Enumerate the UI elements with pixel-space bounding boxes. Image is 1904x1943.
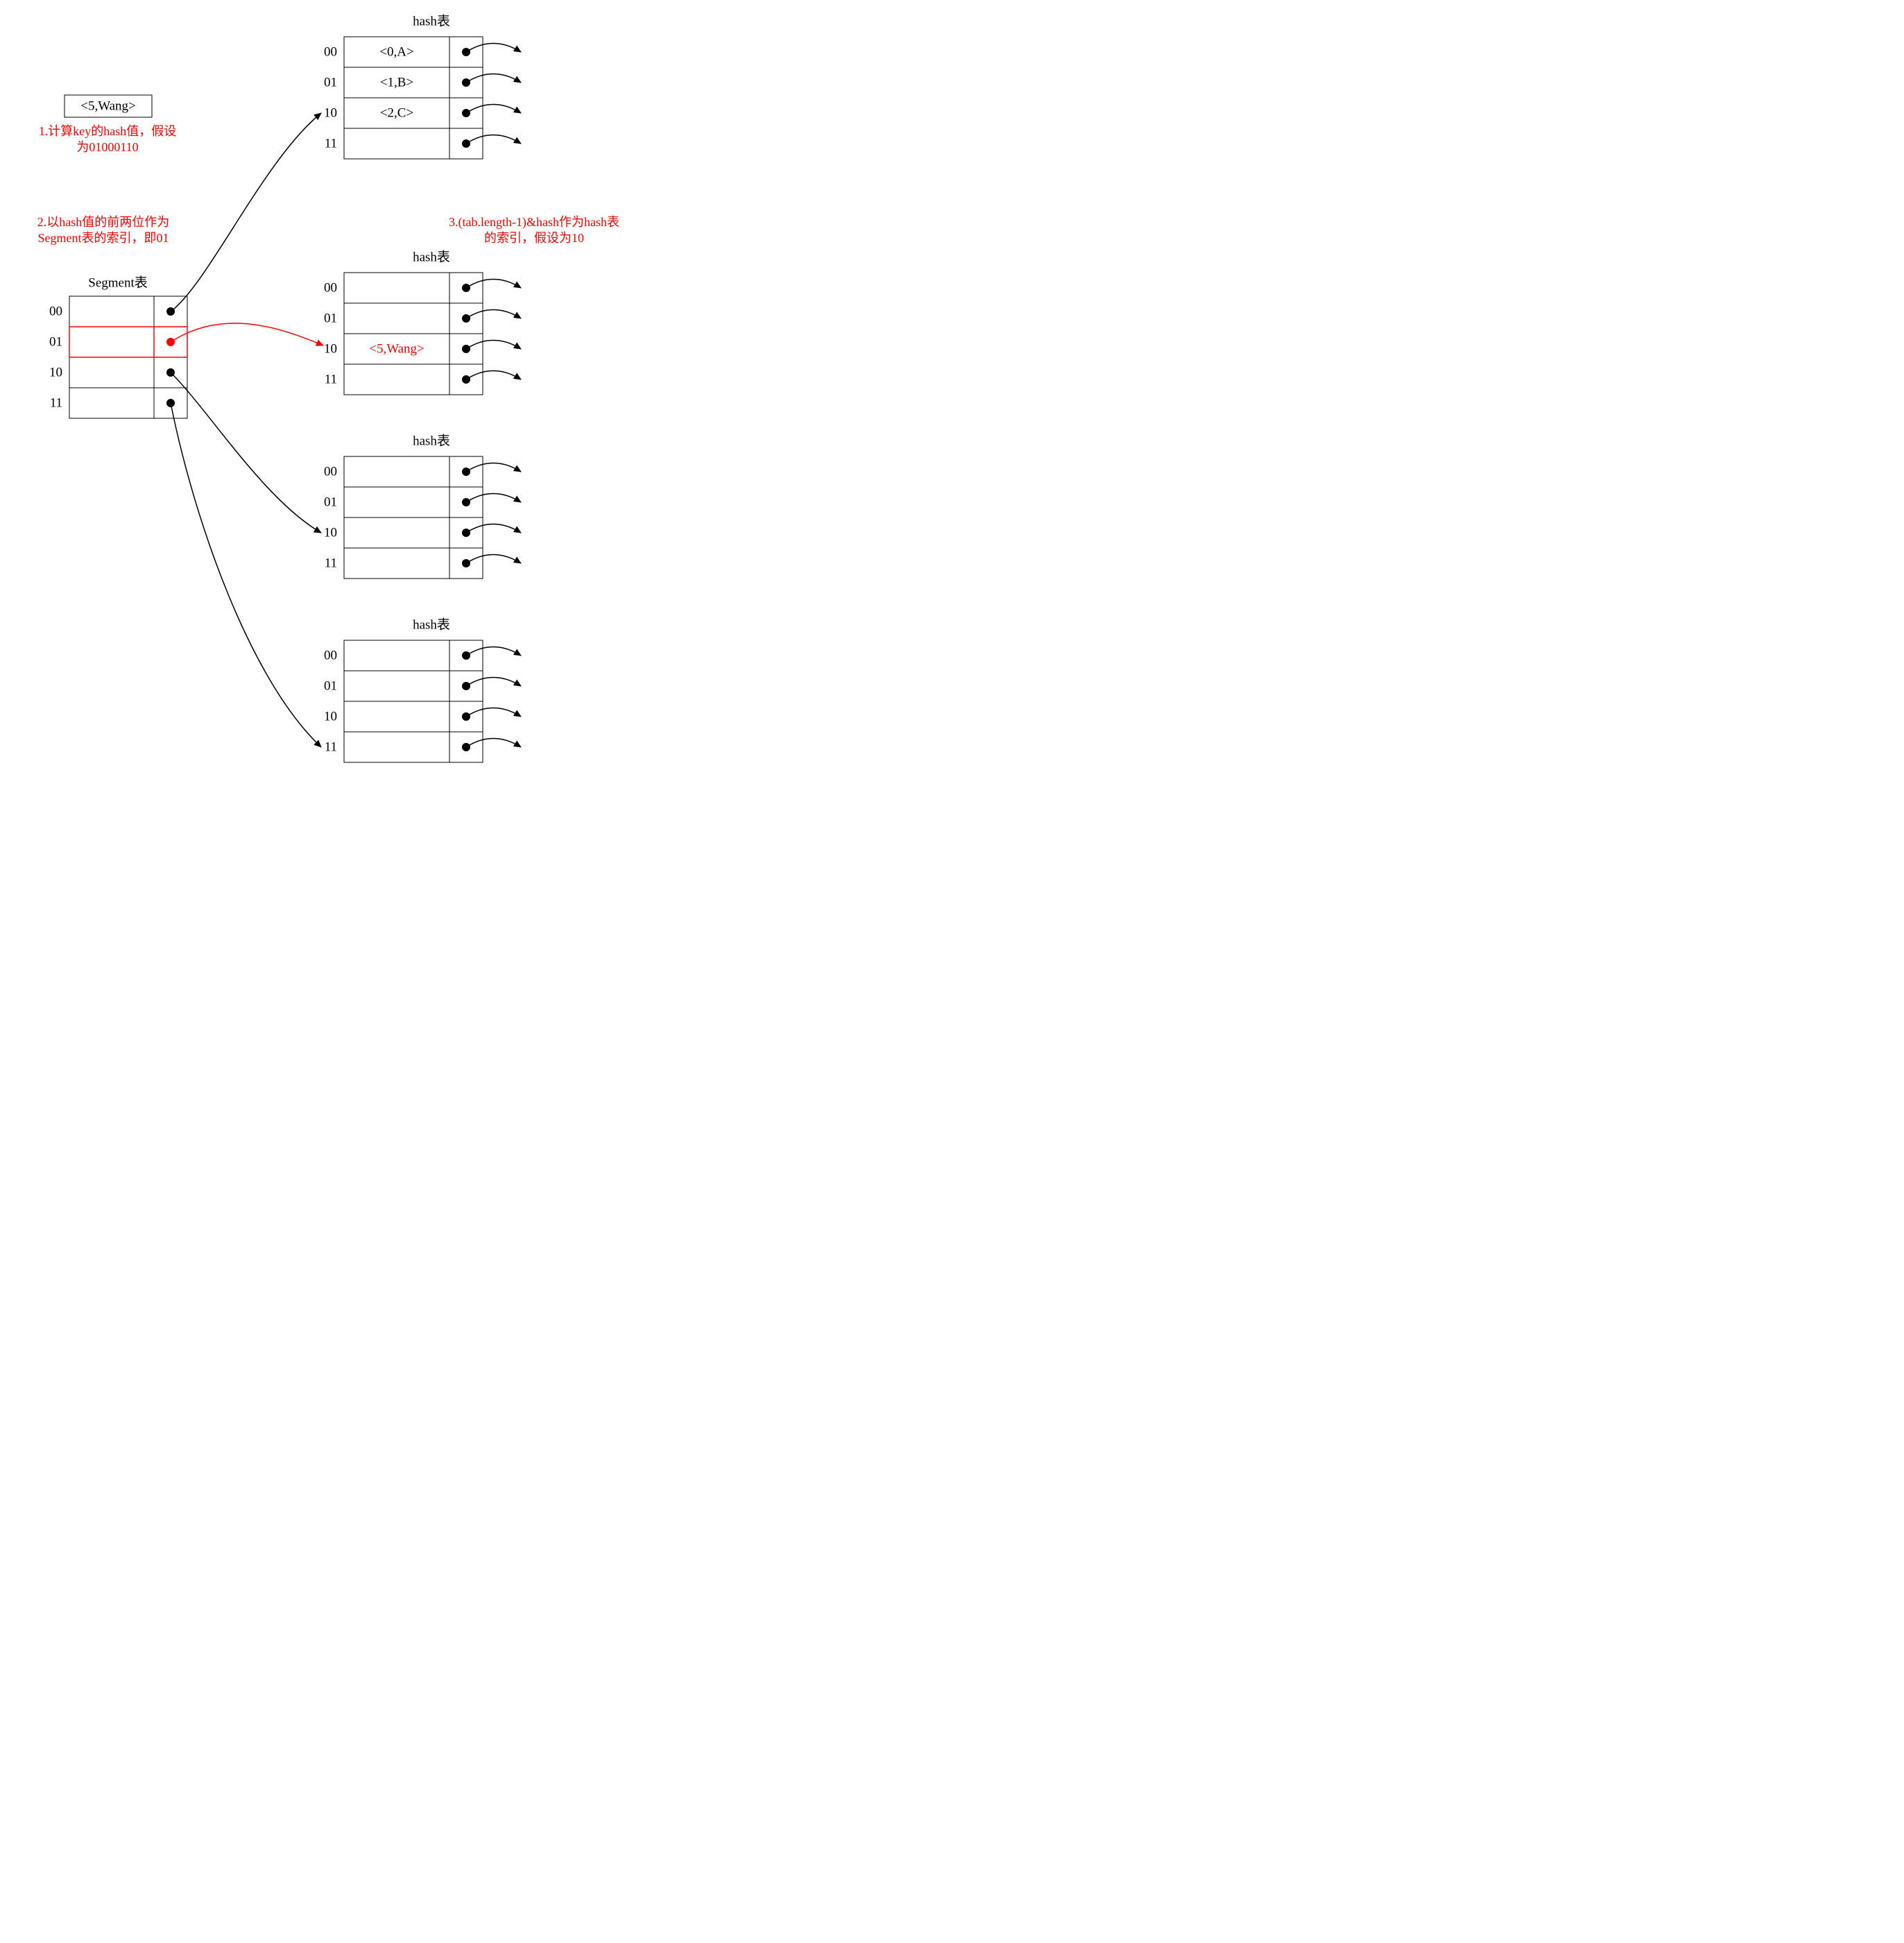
hash2-title: hash表 xyxy=(413,250,450,265)
h1-idx-00: 00 xyxy=(324,45,337,60)
h3-idx-11: 11 xyxy=(325,556,337,571)
hash-table-2: hash表 00 01 10 11 <5,Wang> xyxy=(324,250,521,395)
step1-line2: 为01000110 xyxy=(76,140,138,154)
hash-table-4: hash表 00 01 10 11 xyxy=(324,617,521,763)
step2-line1: 2.以hash值的前两位作为 xyxy=(37,215,170,229)
h1-cell-1: <1,B> xyxy=(380,76,413,90)
input-entry: <5,Wang> xyxy=(65,95,152,117)
seg-idx-01: 01 xyxy=(49,335,62,350)
h2-idx-00: 00 xyxy=(324,281,337,296)
seg-idx-11: 11 xyxy=(50,396,62,411)
hash3-title: hash表 xyxy=(413,434,450,449)
h4-idx-10: 10 xyxy=(324,710,337,724)
h3-idx-01: 01 xyxy=(324,495,337,510)
input-entry-text: <5,Wang> xyxy=(80,99,136,114)
step3-line2: 的索引，假设为10 xyxy=(484,231,584,245)
h1-idx-01: 01 xyxy=(324,76,337,90)
h2-idx-11: 11 xyxy=(325,373,337,387)
step3-line1: 3.(tab.length-1)&hash作为hash表 xyxy=(449,215,619,230)
step1-text: 1.计算key的hash值，假设 为01000110 xyxy=(39,124,176,154)
h1-idx-11: 11 xyxy=(325,137,337,151)
arrow-seg11-hash4 xyxy=(171,403,321,747)
h1-idx-10: 10 xyxy=(324,106,337,121)
h4-idx-11: 11 xyxy=(325,740,337,755)
h1-cell-2: <2,C> xyxy=(380,106,413,121)
h1-cell-0: <0,A> xyxy=(379,45,413,60)
hash-table-1: hash表 00 01 10 11 <0,A> <1,B> <2,C> xyxy=(324,14,521,160)
hash4-title: hash表 xyxy=(413,617,450,633)
h4-idx-01: 01 xyxy=(324,679,337,694)
arrow-seg00-hash1 xyxy=(171,113,321,311)
segment-table: Segment表 00 01 10 11 xyxy=(49,275,187,419)
step2-text: 2.以hash值的前两位作为 Segment表的索引，即01 xyxy=(37,215,170,245)
h3-idx-00: 00 xyxy=(324,465,337,479)
h2-idx-10: 10 xyxy=(324,342,337,357)
seg-idx-00: 00 xyxy=(49,305,62,319)
step2-line2: Segment表的索引，即01 xyxy=(38,231,169,245)
arrow-seg01-hash2 xyxy=(171,323,323,345)
h4-idx-00: 00 xyxy=(324,649,337,663)
hash-table-3: hash表 00 01 10 11 xyxy=(324,434,521,579)
h2-cell-2: <5,Wang> xyxy=(369,342,424,357)
h3-idx-10: 10 xyxy=(324,526,337,540)
diagram: <5,Wang> 1.计算key的hash值，假设 为01000110 2.以h… xyxy=(0,0,762,777)
segment-title: Segment表 xyxy=(88,275,148,291)
step3-text: 3.(tab.length-1)&hash作为hash表 的索引，假设为10 xyxy=(449,215,619,245)
arrow-seg10-hash3 xyxy=(171,373,321,533)
step1-line1: 1.计算key的hash值，假设 xyxy=(39,124,176,138)
hash1-title: hash表 xyxy=(413,14,450,29)
seg-idx-10: 10 xyxy=(49,366,62,380)
h2-idx-01: 01 xyxy=(324,311,337,326)
